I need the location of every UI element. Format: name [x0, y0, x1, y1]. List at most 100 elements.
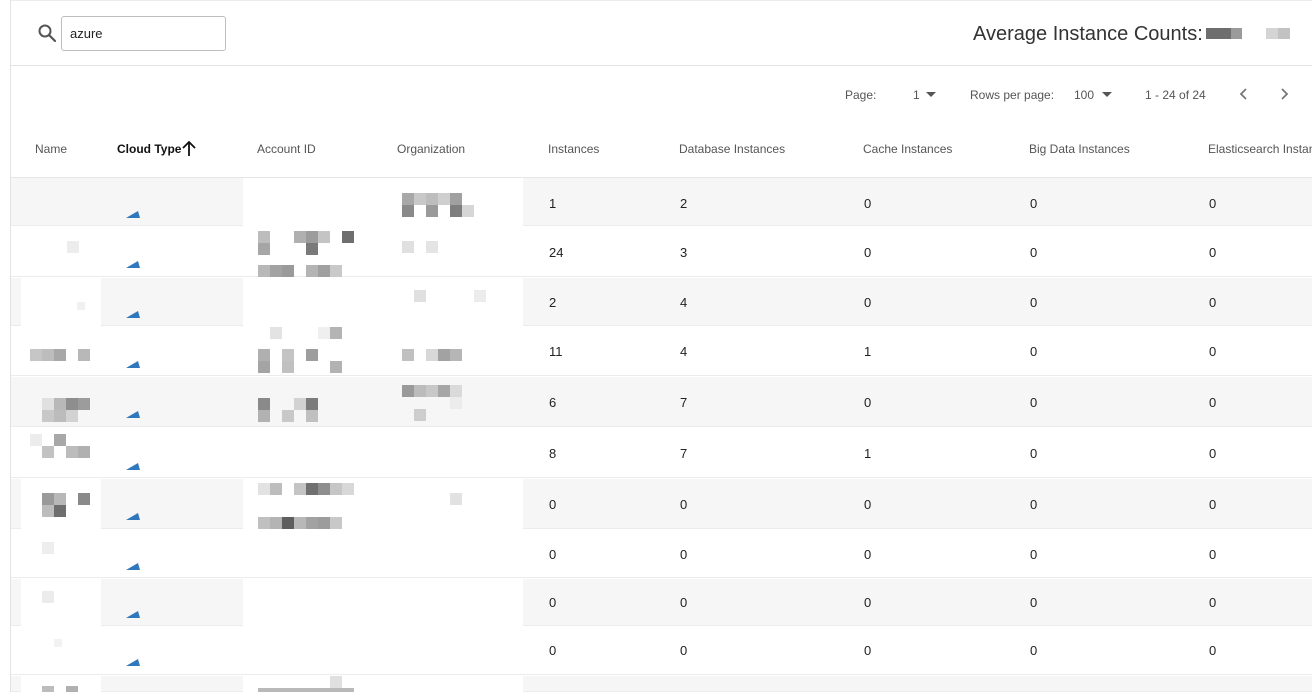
- redacted-name: [42, 410, 54, 422]
- rows-per-page-select[interactable]: 100: [1074, 88, 1094, 102]
- sort-ascending-icon[interactable]: [181, 139, 197, 157]
- database-instances-cell: 3: [680, 245, 688, 260]
- instances-cell: 6: [549, 395, 557, 410]
- redacted-organization: [426, 241, 438, 253]
- redacted-account-id: [258, 361, 270, 373]
- column-header-cloud-type[interactable]: Cloud Type: [117, 142, 181, 156]
- rows-per-page-label: Rows per page:: [970, 88, 1055, 102]
- table-row[interactable]: 1 2 0 0 0: [11, 178, 1312, 226]
- table-row[interactable]: 24 3 0 0 0: [11, 227, 1312, 277]
- redacted-account-id: [306, 243, 318, 255]
- column-header-organization[interactable]: Organization: [397, 142, 465, 156]
- redacted-organization: [414, 193, 426, 205]
- redacted-account-id: [306, 483, 318, 495]
- redacted-organization: [414, 290, 426, 302]
- redacted-name: [54, 505, 66, 517]
- pagination-range: 1 - 24 of 24: [1145, 88, 1206, 102]
- redacted-account-id: [282, 410, 294, 422]
- cache-instances-cell: 0: [864, 395, 872, 410]
- azure-icon: [118, 187, 151, 219]
- column-header-account-id[interactable]: Account ID: [257, 142, 316, 156]
- azure-icon: [118, 337, 151, 369]
- page-select[interactable]: 1: [913, 88, 920, 102]
- redacted-organization: [450, 397, 462, 409]
- elasticsearch-instances-cell: 0: [1209, 196, 1217, 211]
- redacted-name: [42, 349, 54, 361]
- database-instances-cell: 0: [680, 595, 688, 610]
- instances-cell: 8: [549, 446, 557, 461]
- redacted-name: [66, 410, 78, 422]
- table-row[interactable]: 0 0 0 0 0: [11, 479, 1312, 529]
- redacted-account-id: [306, 349, 318, 361]
- redacted-organization: [474, 290, 486, 302]
- redacted-organization: [450, 205, 462, 217]
- redacted-account-id: [342, 231, 354, 243]
- elasticsearch-instances-cell: 0: [1209, 643, 1217, 658]
- redacted-organization: [438, 193, 450, 205]
- redacted-organization: [414, 409, 426, 421]
- redacted-account-id: [318, 231, 330, 243]
- big-data-instances-cell: 0: [1030, 497, 1038, 512]
- redacted-name: [66, 446, 78, 458]
- redacted-name: [42, 542, 54, 554]
- elasticsearch-instances-cell: 0: [1209, 446, 1217, 461]
- column-header-database-instances[interactable]: Database Instances: [679, 142, 785, 156]
- previous-page-icon[interactable]: [1236, 86, 1252, 102]
- redacted-account-id: [306, 231, 318, 243]
- table-row[interactable]: [11, 676, 1312, 692]
- table-row[interactable]: 2 4 0 0 0: [11, 278, 1312, 326]
- redacted-name: [42, 686, 54, 692]
- redacted-account-id: [282, 517, 294, 529]
- redacted-account-id: [258, 398, 270, 410]
- column-header-cache-instances[interactable]: Cache Instances: [863, 142, 952, 156]
- redacted-name: [78, 349, 90, 361]
- cache-instances-cell: 0: [864, 643, 872, 658]
- search-input[interactable]: [61, 16, 226, 51]
- redacted-region: [21, 579, 101, 626]
- redacted-account-id: [294, 517, 306, 529]
- redacted-account-id: [282, 265, 294, 277]
- table-row[interactable]: 11 4 1 0 0: [11, 327, 1312, 376]
- column-header-big-data-instances[interactable]: Big Data Instances: [1029, 142, 1130, 156]
- redacted-organization: [402, 193, 414, 205]
- average-count-redacted-value-secondary: [1266, 28, 1290, 39]
- redacted-name: [67, 241, 79, 253]
- elasticsearch-instances-cell: 0: [1209, 295, 1217, 310]
- redacted-organization: [426, 349, 438, 361]
- redacted-account-id: [270, 327, 282, 339]
- cache-instances-cell: 0: [864, 295, 872, 310]
- column-header-name[interactable]: Name: [35, 142, 67, 156]
- column-header-instances[interactable]: Instances: [548, 142, 599, 156]
- redacted-name: [54, 410, 66, 422]
- average-count-redacted-value: [1206, 28, 1242, 39]
- redacted-account-id: [258, 483, 270, 495]
- table-row[interactable]: 0 0 0 0 0: [11, 627, 1312, 675]
- page-select-caret-icon[interactable]: [926, 92, 936, 97]
- redacted-region: [21, 676, 101, 692]
- big-data-instances-cell: 0: [1030, 547, 1038, 562]
- azure-icon: [118, 237, 151, 269]
- redacted-account-id: [282, 361, 294, 373]
- table-row[interactable]: 0 0 0 0 0: [11, 530, 1312, 578]
- azure-icon: [118, 439, 151, 471]
- redacted-account-id: [330, 265, 342, 277]
- search-icon[interactable]: [37, 23, 57, 43]
- table-row[interactable]: 6 7 0 0 0: [11, 377, 1312, 427]
- instances-cell: 24: [549, 245, 564, 260]
- rows-per-page-caret-icon[interactable]: [1102, 92, 1112, 97]
- redacted-organization: [450, 493, 462, 505]
- redacted-organization: [402, 349, 414, 361]
- redacted-name: [66, 686, 78, 692]
- toolbar: Average Instance Counts:: [11, 0, 1312, 66]
- next-page-icon[interactable]: [1276, 86, 1292, 102]
- redacted-account-id: [306, 265, 318, 277]
- table-row[interactable]: 0 0 0 0 0: [11, 579, 1312, 626]
- redacted-account-id: [318, 327, 330, 339]
- redacted-account-id: [330, 483, 342, 495]
- redacted-name: [54, 434, 66, 446]
- redacted-account-id: [294, 398, 306, 410]
- redacted-account-id: [270, 517, 282, 529]
- column-header-elasticsearch-instances[interactable]: Elasticsearch Instances: [1208, 142, 1312, 156]
- table-row[interactable]: 8 7 1 0 0: [11, 428, 1312, 478]
- redacted-account-id: [330, 361, 342, 373]
